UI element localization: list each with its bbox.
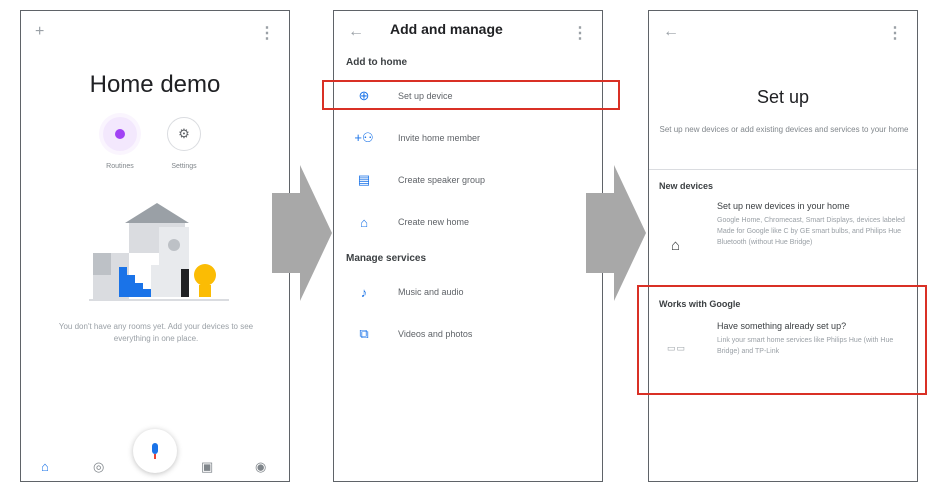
menu-item-label: Create speaker group bbox=[398, 175, 486, 185]
page-title: Add and manage bbox=[390, 21, 503, 37]
video-icon: ⧉ bbox=[359, 326, 369, 341]
routines-label: Routines bbox=[106, 163, 134, 170]
more-options-icon[interactable]: ⋮ bbox=[259, 23, 275, 43]
routines-icon bbox=[115, 129, 125, 139]
mic-icon bbox=[152, 443, 158, 459]
nav-home-icon[interactable]: ⌂ bbox=[41, 459, 49, 474]
menu-item-label: Create new home bbox=[398, 217, 470, 227]
speaker-group-icon: ▤ bbox=[357, 172, 371, 187]
home-icon: ⌂ bbox=[671, 237, 681, 254]
new-devices-option[interactable]: ⌂ Set up new devices in your home Google… bbox=[649, 199, 917, 295]
section-new-devices: New devices bbox=[659, 181, 714, 191]
section-add-to-home: Add to home bbox=[346, 57, 408, 68]
page-subtitle: Set up new devices or add existing devic… bbox=[659, 125, 909, 134]
divider bbox=[649, 169, 917, 170]
settings-label: Settings bbox=[171, 163, 197, 170]
new-devices-heading: Set up new devices in your home bbox=[717, 201, 850, 211]
more-options-icon[interactable]: ⋮ bbox=[572, 23, 588, 43]
flow-arrow-1 bbox=[272, 165, 332, 301]
nav-explore-icon[interactable]: ◎ bbox=[93, 459, 104, 475]
home-demo-screen: + ⋮ Home demo Routines ⚙ Settings You do… bbox=[20, 10, 290, 482]
menu-item-invite-home-member[interactable]: +⚇ Invite home member bbox=[344, 125, 594, 151]
highlight-set-up-device bbox=[322, 80, 620, 110]
routines-button[interactable] bbox=[103, 117, 137, 151]
more-options-icon[interactable]: ⋮ bbox=[887, 23, 903, 43]
menu-item-create-new-home[interactable]: ⌂ Create new home bbox=[344, 209, 594, 235]
flow-arrow-2 bbox=[586, 165, 646, 301]
nav-media-icon[interactable]: ▣ bbox=[201, 459, 213, 475]
add-person-icon: +⚇ bbox=[354, 130, 374, 145]
highlight-works-with-google bbox=[637, 285, 927, 395]
page-title: Set up bbox=[756, 87, 810, 107]
nav-account-icon[interactable]: ◉ bbox=[255, 459, 266, 475]
plus-icon[interactable]: + bbox=[35, 23, 44, 41]
empty-home-illustration bbox=[89, 203, 229, 301]
menu-item-videos-and-photos[interactable]: ⧉ Videos and photos bbox=[344, 321, 594, 347]
music-note-icon: ♪ bbox=[360, 284, 368, 300]
back-arrow-icon[interactable]: ← bbox=[663, 23, 679, 41]
new-devices-description: Google Home, Chromecast, Smart Displays,… bbox=[717, 217, 905, 246]
gear-icon: ⚙ bbox=[178, 126, 190, 141]
menu-item-label: Invite home member bbox=[398, 133, 481, 143]
menu-item-label: Music and audio bbox=[398, 287, 464, 297]
set-up-screen: ← ⋮ Set up Set up new devices or add exi… bbox=[648, 10, 918, 482]
menu-item-music-and-audio[interactable]: ♪ Music and audio bbox=[344, 279, 594, 305]
menu-item-create-speaker-group[interactable]: ▤ Create speaker group bbox=[344, 167, 594, 193]
mic-button[interactable] bbox=[133, 429, 177, 473]
back-arrow-icon[interactable]: ← bbox=[348, 23, 364, 41]
home-icon: ⌂ bbox=[360, 214, 368, 230]
section-manage-services: Manage services bbox=[346, 253, 427, 264]
menu-item-label: Videos and photos bbox=[398, 329, 473, 339]
empty-state-text: You don't have any rooms yet. Add your d… bbox=[58, 322, 254, 343]
home-title: Home demo bbox=[89, 71, 221, 98]
settings-button[interactable]: ⚙ bbox=[167, 117, 201, 151]
